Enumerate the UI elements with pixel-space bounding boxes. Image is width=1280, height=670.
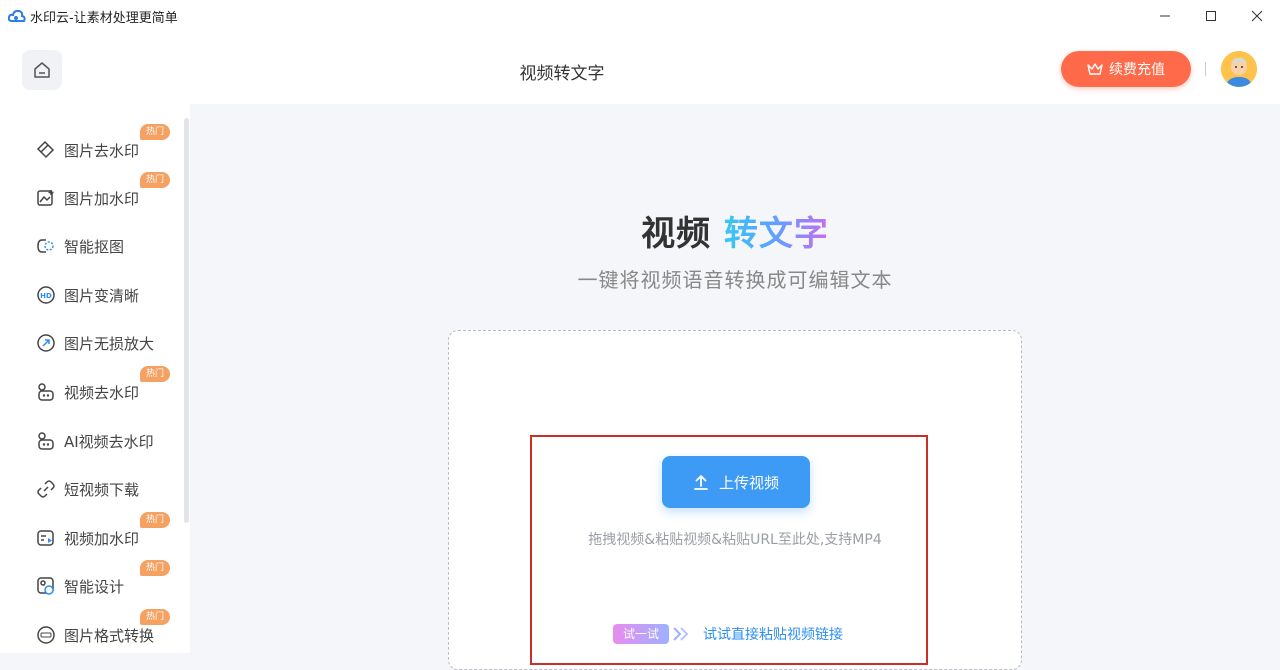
window-controls <box>1142 0 1280 32</box>
recharge-label: 续费充值 <box>1109 62 1165 78</box>
sidebar-item-label: 短视频下载 <box>64 480 140 499</box>
image-add-icon <box>36 188 56 208</box>
avatar[interactable] <box>1221 51 1257 87</box>
link-icon <box>36 479 56 499</box>
hot-badge: 热门 <box>140 124 171 140</box>
ai-video-icon <box>36 431 56 451</box>
video-add-icon <box>36 528 56 548</box>
minimize-icon <box>1160 15 1170 17</box>
sidebar-item-label: 视频加水印 <box>64 529 140 548</box>
sidebar-scrollbar[interactable] <box>184 118 189 523</box>
minimize-button[interactable] <box>1142 0 1188 32</box>
sidebar-item-image-format-convert[interactable]: 图片格式转换 热门 <box>36 609 171 649</box>
header: 视频转文字 续费充值 <box>0 32 1280 104</box>
sidebar-item-label: 图片去水印 <box>64 141 140 160</box>
hero-title: 视频 转文字 <box>0 206 1280 255</box>
design-icon <box>36 576 56 596</box>
sidebar-item-short-video-download[interactable]: 短视频下载 <box>36 475 139 503</box>
hero-title-part2: 转文字 <box>723 214 829 254</box>
svg-text:HD: HD <box>40 292 52 300</box>
maximize-button[interactable] <box>1188 0 1234 32</box>
hot-badge: 热门 <box>140 512 171 528</box>
sidebar-item-video-add-watermark[interactable]: 视频加水印 热门 <box>36 512 171 552</box>
maximize-icon <box>1206 11 1216 21</box>
format-icon <box>36 625 56 645</box>
hot-badge: 热门 <box>140 560 171 576</box>
double-chevron-right-icon <box>671 626 693 642</box>
upload-icon <box>694 475 708 490</box>
sidebar-item-label: 图片无损放大 <box>64 334 155 353</box>
hot-badge: 热门 <box>140 609 171 625</box>
avatar-icon <box>1221 51 1257 87</box>
page-title: 视频转文字 <box>519 64 605 84</box>
eraser-icon <box>36 140 56 160</box>
sidebar-item-video-remove-watermark[interactable]: 视频去水印 热门 <box>36 366 171 406</box>
sidebar-item-image-enlarge[interactable]: 图片无损放大 <box>36 329 154 357</box>
title-bar: 水印云-让素材处理更简单 <box>0 0 1280 32</box>
upload-video-label: 上传视频 <box>718 473 779 492</box>
sidebar-item-label: 智能设计 <box>64 577 125 596</box>
app-title: 水印云-让素材处理更简单 <box>30 10 178 26</box>
try-paste-link-row[interactable]: 试一试 试试直接粘贴视频链接 <box>613 623 843 645</box>
hot-badge: 热门 <box>140 366 171 382</box>
close-icon <box>1251 10 1263 22</box>
sidebar-item-image-remove-watermark[interactable]: 图片去水印 热门 <box>36 124 171 164</box>
sidebar-item-ai-video-remove-watermark[interactable]: AI视频去水印 <box>36 427 154 455</box>
recharge-button[interactable]: 续费充值 <box>1061 51 1191 87</box>
try-paste-link[interactable]: 试试直接粘贴视频链接 <box>703 624 843 644</box>
sidebar: 图片去水印 热门 图片加水印 热门 智能抠图 HD 图片变清晰 图片无损放大 视… <box>0 104 190 653</box>
sidebar-item-label: 视频去水印 <box>64 383 140 402</box>
crown-icon <box>1087 63 1103 75</box>
drop-hint: 拖拽视频&粘贴视频&粘贴URL至此处,支持MP4 <box>588 532 882 548</box>
sidebar-item-label: AI视频去水印 <box>64 432 154 451</box>
header-divider <box>1205 62 1206 76</box>
close-button[interactable] <box>1234 0 1280 32</box>
upload-video-button[interactable]: 上传视频 <box>662 456 810 508</box>
cloud-logo-icon <box>8 7 26 25</box>
enlarge-icon <box>36 333 56 353</box>
video-eraser-icon <box>36 382 56 402</box>
hot-badge: 热门 <box>140 172 171 188</box>
hero-title-part1: 视频 <box>641 214 712 254</box>
try-tag: 试一试 <box>613 624 670 644</box>
hero-subtitle: 一键将视频语音转换成可编辑文本 <box>577 268 893 292</box>
sidebar-item-smart-design[interactable]: 智能设计 热门 <box>36 560 171 600</box>
sidebar-item-label: 图片格式转换 <box>64 626 155 645</box>
